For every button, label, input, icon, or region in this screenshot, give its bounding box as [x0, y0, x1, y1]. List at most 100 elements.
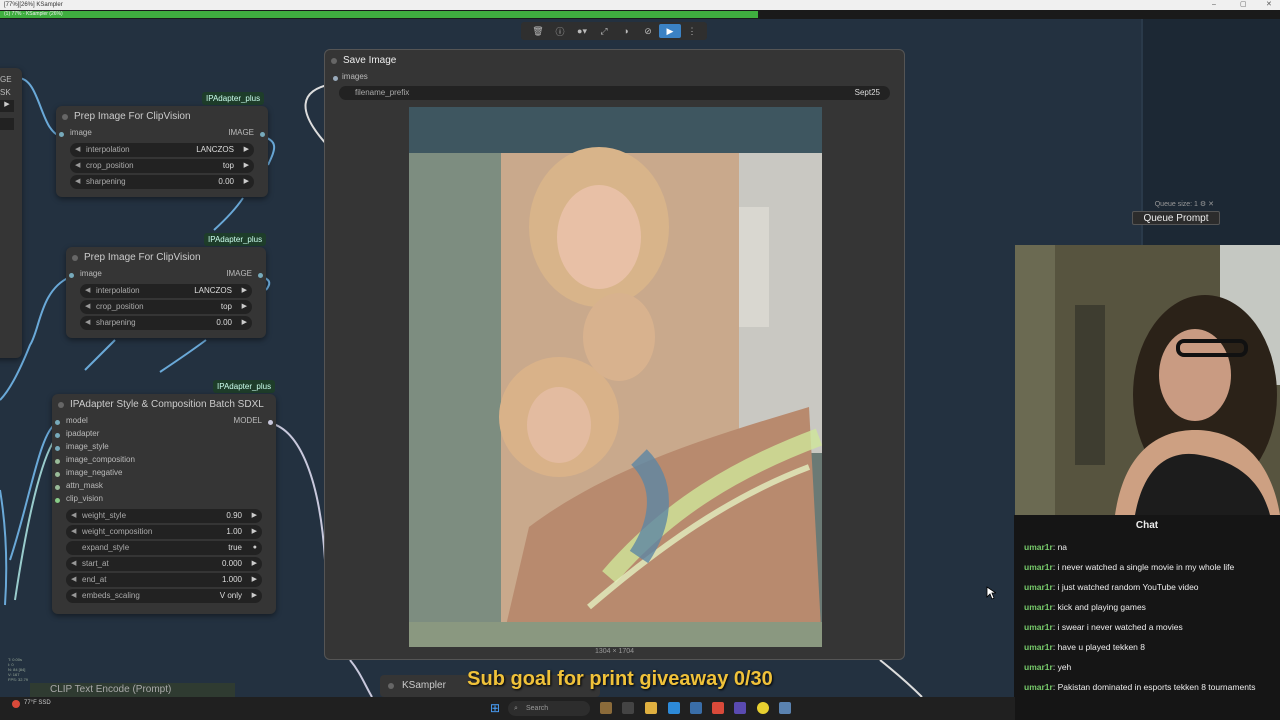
collapse-dot-icon[interactable]	[72, 255, 78, 261]
info-icon[interactable]: ⓘ	[549, 24, 571, 38]
arrow-right-icon[interactable]: ▶	[242, 316, 247, 330]
toggle-knob-icon[interactable]: ●	[253, 541, 257, 555]
weather-icon[interactable]	[12, 700, 20, 708]
arrow-left-icon[interactable]: ◀	[71, 573, 76, 587]
partial-node-left[interactable]: GE SK ▶	[0, 68, 22, 358]
arrow-right-icon[interactable]: ▶	[244, 159, 249, 173]
bypass-icon[interactable]: ⊘	[637, 24, 659, 38]
taskbar-search[interactable]: ⌕ Search	[508, 701, 590, 716]
output-pin-icon[interactable]	[260, 132, 265, 137]
close-icon[interactable]: ✕	[1208, 201, 1214, 208]
widget-crop-position[interactable]: ◀ crop_position top ▶	[80, 300, 252, 314]
widget-value: 0.00	[216, 318, 232, 327]
input-label: image	[80, 269, 102, 278]
edge-icon[interactable]	[668, 702, 680, 714]
widget-end-at[interactable]: ◀ end_at 1.000 ▶	[66, 573, 262, 587]
widget-weight-composition[interactable]: ◀ weight_composition 1.00 ▶	[66, 525, 262, 539]
input-pin-icon[interactable]	[333, 76, 338, 81]
input-pin-icon[interactable]	[55, 498, 60, 503]
arrow-right-icon[interactable]: ▶	[252, 509, 257, 523]
input-pin-icon[interactable]	[55, 420, 60, 425]
chat-username[interactable]: umar1r	[1024, 662, 1053, 672]
app-icon[interactable]	[600, 702, 612, 714]
arrow-left-icon[interactable]: ◀	[71, 557, 76, 571]
expand-icon[interactable]: ⤢	[593, 24, 615, 38]
widget-embeds-scaling[interactable]: ◀ embeds_scaling V only ▶	[66, 589, 262, 603]
app-icon[interactable]	[622, 702, 634, 714]
filename-prefix-field[interactable]: filename_prefix Sept25	[339, 86, 890, 100]
chat-username[interactable]: umar1r	[1024, 682, 1053, 692]
app-icon[interactable]	[734, 702, 746, 714]
arrow-left-icon[interactable]: ◀	[75, 175, 80, 189]
widget-interpolation[interactable]: ◀ interpolation LANCZOS ▶	[70, 143, 254, 157]
wire	[17, 77, 61, 137]
chat-username[interactable]: umar1r	[1024, 622, 1053, 632]
more-icon[interactable]: ⋮	[681, 24, 703, 38]
arrow-left-icon[interactable]: ◀	[85, 300, 90, 314]
arrow-right-icon[interactable]: ▶	[242, 284, 247, 298]
ipadapter-style-composition-node[interactable]: IPAdapter Style & Composition Batch SDXL…	[52, 394, 276, 614]
mask-icon[interactable]: ◑	[615, 24, 637, 38]
arrow-right-icon[interactable]: ▶	[244, 175, 249, 189]
arrow-right-icon[interactable]: ▶	[244, 143, 249, 157]
widget-expand-style[interactable]: expand_style true ●	[66, 541, 262, 555]
arrow-left-icon[interactable]: ◀	[71, 509, 76, 523]
partial-widget[interactable]	[0, 118, 14, 130]
chat-text: Pakistan dominated in esports tekken 8 t…	[1057, 682, 1256, 692]
widget-sharpening[interactable]: ◀ sharpening 0.00 ▶	[80, 316, 252, 330]
collapse-dot-icon[interactable]	[331, 58, 337, 64]
input-pin-icon[interactable]	[69, 273, 74, 278]
chat-username[interactable]: umar1r	[1024, 562, 1053, 572]
save-image-node[interactable]: Save Image images filename_prefix Sept25	[324, 49, 905, 660]
widget-crop-position[interactable]: ◀ crop_position top ▶	[70, 159, 254, 173]
chat-username[interactable]: umar1r	[1024, 642, 1053, 652]
input-pin-icon[interactable]	[55, 472, 60, 477]
arrow-left-icon[interactable]: ◀	[71, 525, 76, 539]
node-io-row: image IMAGE	[66, 269, 266, 282]
folder-icon[interactable]	[645, 702, 657, 714]
widget-sharpening[interactable]: ◀ sharpening 0.00 ▶	[70, 175, 254, 189]
widget-label: interpolation	[96, 286, 140, 295]
input-pin-icon[interactable]	[55, 446, 60, 451]
input-pin-icon[interactable]	[59, 132, 64, 137]
chat-username[interactable]: umar1r	[1024, 602, 1053, 612]
gear-icon[interactable]: ⚙	[1200, 201, 1206, 208]
arrow-left-icon[interactable]: ◀	[71, 589, 76, 603]
arrow-right-icon[interactable]: ▶	[252, 589, 257, 603]
trash-icon[interactable]: 🗑	[527, 24, 549, 38]
clip-text-encode-node[interactable]: CLIP Text Encode (Prompt)	[30, 683, 235, 697]
prep-image-node[interactable]: Prep Image For ClipVision image IMAGE ◀ i…	[56, 106, 268, 197]
color-picker-icon[interactable]: ●▾	[571, 24, 593, 38]
app-icon[interactable]	[779, 702, 791, 714]
run-icon[interactable]: ▶	[659, 24, 681, 38]
widget-weight-style[interactable]: ◀ weight_style 0.90 ▶	[66, 509, 262, 523]
arrow-right-icon[interactable]: ▶	[252, 573, 257, 587]
arrow-right-icon[interactable]: ▶	[252, 525, 257, 539]
collapse-dot-icon[interactable]	[62, 114, 68, 120]
input-pin-icon[interactable]	[55, 433, 60, 438]
arrow-left-icon[interactable]: ◀	[75, 159, 80, 173]
prep-image-node[interactable]: Prep Image For ClipVision image IMAGE ◀ i…	[66, 247, 266, 338]
partial-widget[interactable]: ▶	[0, 100, 14, 112]
store-icon[interactable]	[690, 702, 702, 714]
arrow-left-icon[interactable]: ◀	[85, 284, 90, 298]
arrow-left-icon[interactable]: ◀	[75, 143, 80, 157]
collapse-dot-icon[interactable]	[388, 683, 394, 689]
chat-username[interactable]: umar1r	[1024, 582, 1053, 592]
generated-image-preview[interactable]	[409, 107, 822, 647]
collapse-dot-icon[interactable]	[58, 402, 64, 408]
arrow-right-icon[interactable]: ▶	[252, 557, 257, 571]
chrome-icon[interactable]	[757, 702, 769, 714]
app-icon[interactable]	[712, 702, 724, 714]
arrow-right-icon[interactable]: ▶	[242, 300, 247, 314]
widget-interpolation[interactable]: ◀ interpolation LANCZOS ▶	[80, 284, 252, 298]
output-pin-icon[interactable]	[258, 273, 263, 278]
chat-username[interactable]: umar1r	[1024, 542, 1053, 552]
input-pin-icon[interactable]	[55, 459, 60, 464]
windows-start-icon[interactable]: ⊞	[490, 701, 500, 715]
arrow-left-icon[interactable]: ◀	[85, 316, 90, 330]
output-pin-icon[interactable]	[268, 420, 273, 425]
widget-start-at[interactable]: ◀ start_at 0.000 ▶	[66, 557, 262, 571]
input-pin-icon[interactable]	[55, 485, 60, 490]
queue-prompt-button[interactable]: Queue Prompt	[1132, 211, 1220, 225]
